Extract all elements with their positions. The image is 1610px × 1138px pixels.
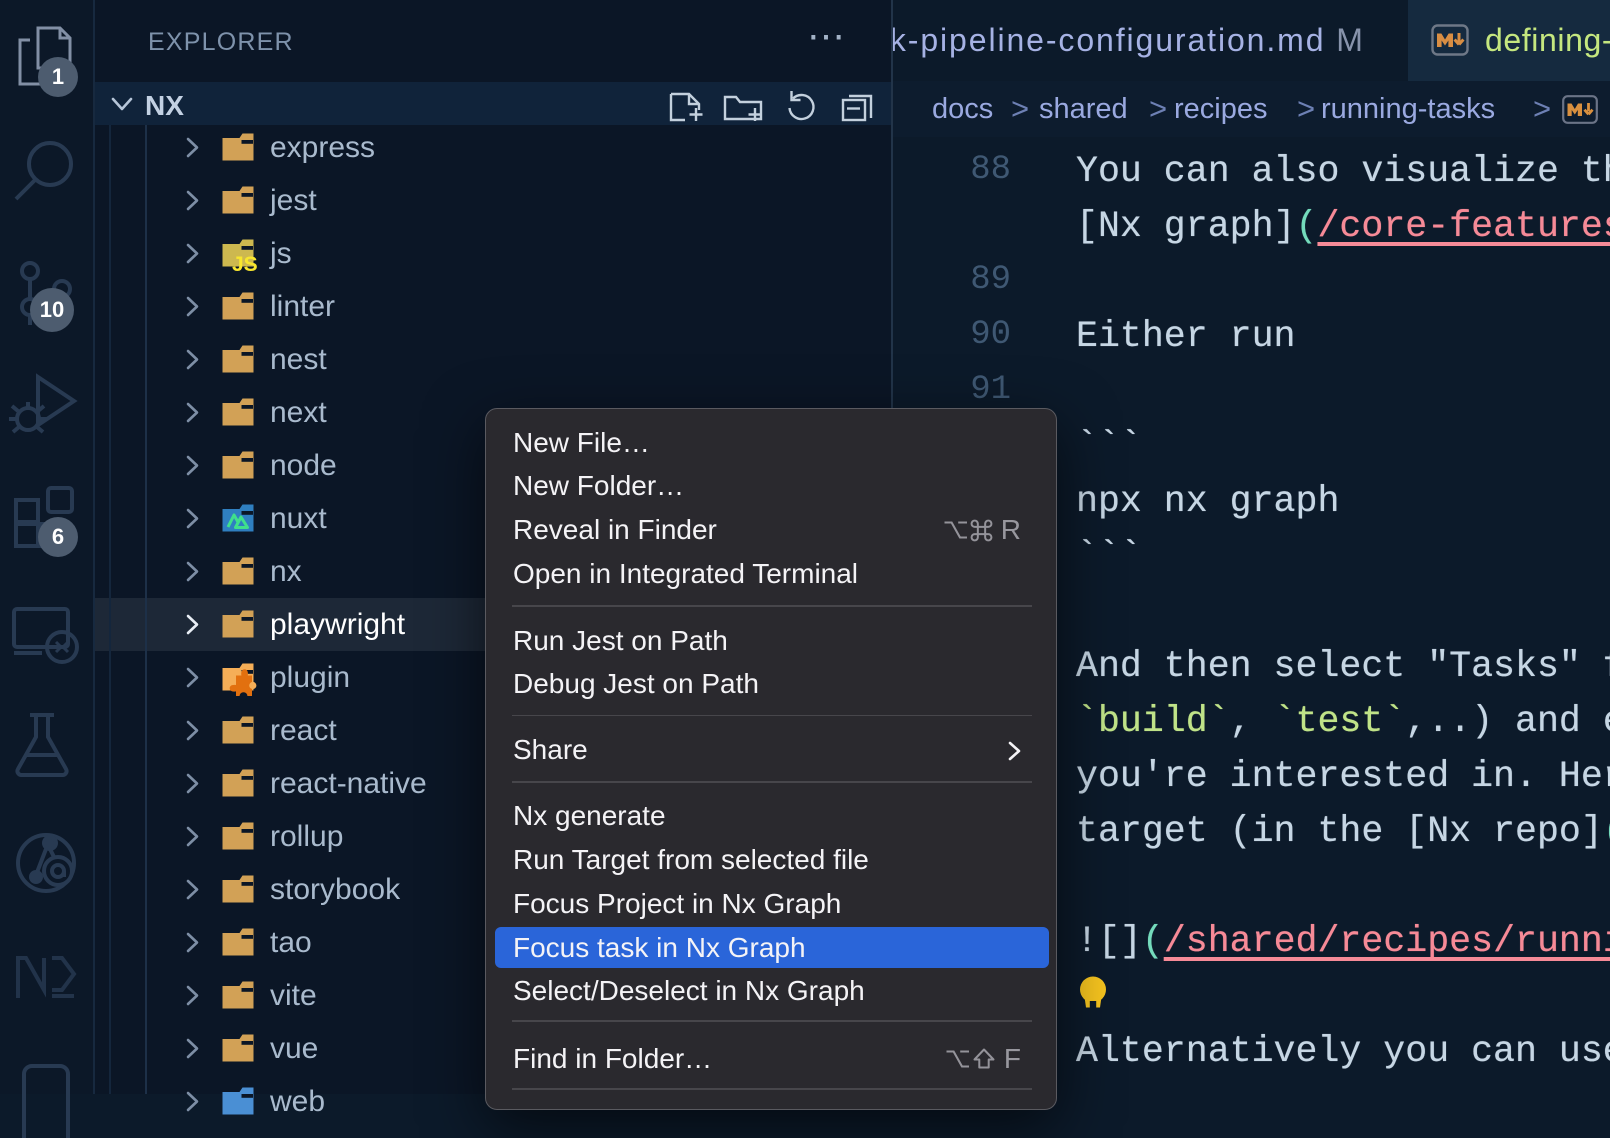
svg-text:JS: JS (232, 253, 258, 276)
